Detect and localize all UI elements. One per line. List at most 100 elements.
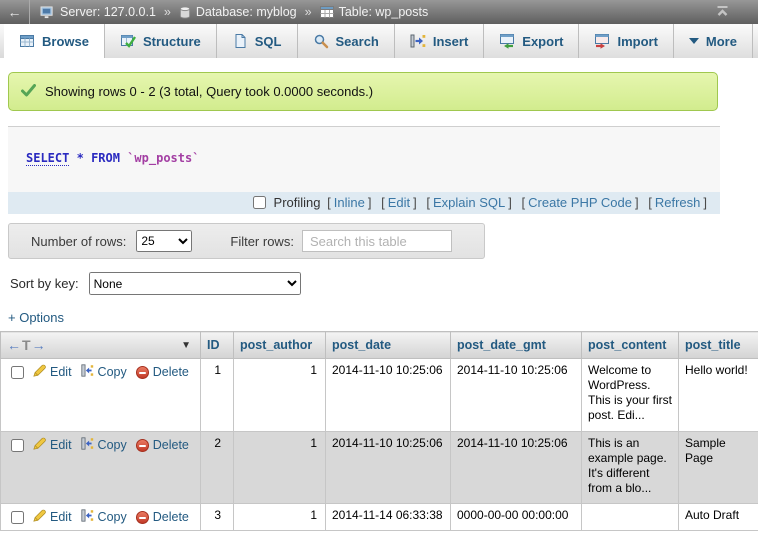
tab-structure-label: Structure — [143, 34, 201, 49]
bracket: ] — [368, 195, 372, 210]
inline-link[interactable]: Inline — [334, 195, 365, 210]
chevron-down-icon — [689, 38, 699, 44]
breadcrumb-table-label: Table: wp_posts — [339, 5, 429, 19]
delete-icon — [136, 439, 149, 452]
row-select-checkbox[interactable] — [11, 366, 24, 379]
column-header-post-author[interactable]: post_author — [234, 332, 326, 359]
row-select-checkbox[interactable] — [11, 439, 24, 452]
filter-rows-input[interactable] — [302, 230, 452, 252]
bracket: ] — [413, 195, 417, 210]
bracket: [ — [327, 195, 331, 210]
breadcrumb-database[interactable]: Database: myblog — [179, 5, 297, 19]
refresh-link[interactable]: Refresh — [655, 195, 701, 210]
breadcrumb-server-label: Server: 127.0.0.1 — [60, 5, 156, 19]
pencil-icon — [33, 509, 46, 526]
copy-row-link[interactable]: Copy — [81, 364, 127, 381]
cell-post-author: 1 — [234, 432, 326, 504]
sql-star: * — [77, 151, 84, 165]
tab-import[interactable]: Import — [579, 24, 673, 58]
cell-post-date-gmt: 2014-11-10 10:25:06 — [451, 432, 582, 504]
column-header-id[interactable]: ID — [201, 332, 234, 359]
column-header-post-title[interactable]: post_title — [679, 332, 758, 359]
move-columns-left-icon[interactable]: ← — [7, 337, 21, 353]
breadcrumb-server[interactable]: Server: 127.0.0.1 — [40, 5, 156, 19]
cell-post-title: Auto Draft — [679, 504, 758, 531]
tab-bar: Browse Structure SQL Search Insert — [0, 24, 758, 58]
table-row: Edit Copy Delete 2 1 2014-11-10 1 — [1, 432, 758, 504]
rows-control-bar: Number of rows: 25 Filter rows: — [8, 223, 485, 259]
tab-import-label: Import — [617, 34, 657, 49]
cell-post-author: 1 — [234, 359, 326, 432]
tab-browse[interactable]: Browse — [4, 24, 105, 58]
row-select-checkbox[interactable] — [11, 511, 24, 524]
delete-row-link[interactable]: Delete — [136, 365, 189, 380]
column-header-post-date[interactable]: post_date — [326, 332, 451, 359]
sort-row: Sort by key: None — [10, 272, 758, 295]
tab-search[interactable]: Search — [298, 24, 395, 58]
tab-insert[interactable]: Insert — [395, 24, 484, 58]
status-message: Showing rows 0 - 2 (3 total, Query took … — [8, 72, 718, 111]
move-columns-right-icon[interactable]: → — [32, 337, 46, 353]
cell-post-date: 2014-11-14 06:33:38 — [326, 504, 451, 531]
tab-export[interactable]: Export — [484, 24, 579, 58]
sql-keyword-select[interactable]: SELECT — [26, 151, 69, 166]
tab-more-label: More — [706, 34, 737, 49]
copy-icon — [81, 364, 94, 381]
results-table: ← T → ▼ ID post_author post_date post_da… — [0, 331, 758, 531]
copy-row-link[interactable]: Copy — [81, 437, 127, 454]
sort-by-key-label: Sort by key: — [10, 276, 79, 291]
breadcrumb: Server: 127.0.0.1 » Database: myblog » T… — [40, 5, 428, 19]
tab-insert-label: Insert — [433, 34, 468, 49]
query-toolbar: Profiling [Inline] [Edit] [Explain SQL] … — [8, 192, 720, 214]
breadcrumb-table[interactable]: Table: wp_posts — [320, 5, 429, 19]
column-header-post-date-gmt[interactable]: post_date_gmt — [451, 332, 582, 359]
rows-count-label: Number of rows: — [31, 234, 126, 249]
create-php-code-link[interactable]: Create PHP Code — [528, 195, 632, 210]
options-toggle[interactable]: + Options — [8, 310, 64, 325]
back-arrow-icon: ← — [8, 4, 22, 20]
bracket: [ — [522, 195, 526, 210]
delete-row-link[interactable]: Delete — [136, 510, 189, 525]
tab-browse-label: Browse — [42, 34, 89, 49]
delete-row-link[interactable]: Delete — [136, 438, 189, 453]
edit-row-link[interactable]: Edit — [33, 364, 72, 381]
status-message-text: Showing rows 0 - 2 (3 total, Query took … — [45, 84, 373, 99]
bracket: [ — [648, 195, 652, 210]
back-arrow-button[interactable]: ← — [0, 0, 30, 24]
breadcrumb-separator: » — [305, 5, 312, 19]
cell-post-date: 2014-11-10 10:25:06 — [326, 359, 451, 432]
edit-row-link[interactable]: Edit — [33, 509, 72, 526]
edit-query-link[interactable]: Edit — [388, 195, 410, 210]
column-nav-t-icon: T — [22, 337, 31, 353]
sql-table-identifier: `wp_posts` — [127, 151, 199, 165]
cell-post-date-gmt: 2014-11-10 10:25:06 — [451, 359, 582, 432]
collapse-panel-button[interactable] — [715, 5, 730, 20]
column-header-post-content[interactable]: post_content — [582, 332, 679, 359]
tab-sql[interactable]: SQL — [217, 24, 298, 58]
cell-id: 2 — [201, 432, 234, 504]
sort-key-select[interactable]: None — [89, 272, 301, 295]
cell-post-content — [582, 504, 679, 531]
tab-structure[interactable]: Structure — [105, 24, 217, 58]
rows-count-select[interactable]: 25 — [136, 230, 192, 252]
pencil-icon — [33, 364, 46, 381]
breadcrumb-bar: ← Server: 127.0.0.1 » Database: myblog » — [0, 0, 758, 24]
search-icon — [313, 33, 329, 49]
copy-row-link[interactable]: Copy — [81, 509, 127, 526]
import-icon — [594, 33, 610, 49]
profiling-checkbox[interactable] — [253, 196, 266, 209]
sql-query-box: SELECT * FROM `wp_posts` Profiling [Inli… — [8, 126, 720, 214]
bracket: ] — [635, 195, 639, 210]
filter-rows-label: Filter rows: — [230, 234, 294, 249]
tab-search-label: Search — [336, 34, 379, 49]
options-dropdown-icon[interactable]: ▼ — [181, 340, 191, 351]
structure-icon — [120, 33, 136, 49]
message-area: Showing rows 0 - 2 (3 total, Query took … — [0, 58, 758, 111]
browse-icon — [19, 33, 35, 49]
tab-sql-label: SQL — [255, 34, 282, 49]
insert-icon — [410, 33, 426, 49]
edit-row-link[interactable]: Edit — [33, 437, 72, 454]
tab-more[interactable]: More — [674, 24, 753, 58]
explain-sql-link[interactable]: Explain SQL — [433, 195, 505, 210]
export-icon — [499, 33, 515, 49]
